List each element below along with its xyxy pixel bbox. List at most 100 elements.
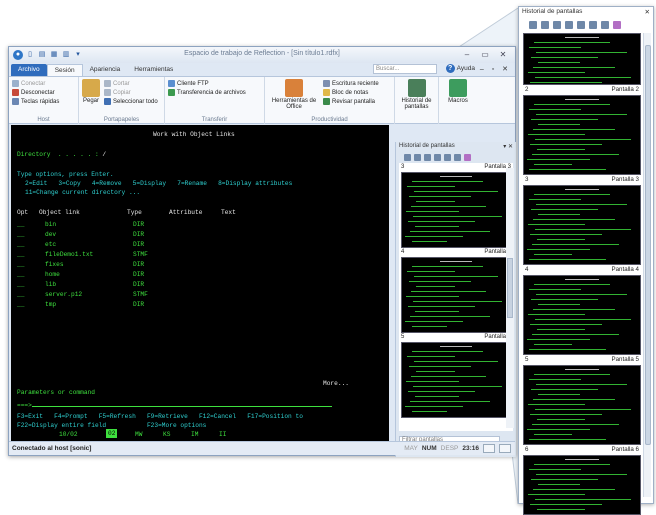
search-input[interactable]: Buscar... — [373, 64, 437, 74]
history-tool-icon[interactable] — [404, 154, 411, 161]
thumb-text-line — [537, 419, 585, 420]
history-tool-icon[interactable] — [464, 154, 471, 161]
pane-toolbar — [519, 19, 653, 31]
tab-apariencia[interactable]: Apariencia — [83, 64, 128, 76]
history-tool-icon[interactable] — [434, 154, 441, 161]
history-tool-icon[interactable] — [601, 21, 609, 29]
history-tool-icon[interactable] — [424, 154, 431, 161]
thumb-text-line — [529, 259, 607, 260]
group-host: Conectar Desconectar Teclas rápidas Host — [9, 77, 79, 124]
tab-herramientas[interactable]: Herramientas — [127, 64, 180, 76]
select-all-button[interactable]: Seleccionar todo — [104, 97, 158, 106]
connect-button[interactable]: Conectar — [12, 79, 75, 88]
minimize-button[interactable]: – — [459, 49, 475, 60]
thumb-text-line — [412, 326, 448, 327]
params-label: Parameters or command — [17, 389, 95, 396]
options-line-1: 2=Edit 3=Copy 4=Remove 5=Display 7=Renam… — [25, 180, 293, 187]
thumb-text-line — [414, 191, 499, 192]
review-screen-button[interactable]: Revisar pantalla — [323, 97, 379, 106]
cursor-block: 02 — [106, 429, 118, 438]
thumb-label: Pantalla 6 — [611, 446, 639, 453]
history-tool-icon[interactable] — [577, 21, 585, 29]
history-tool-icon[interactable] — [589, 21, 597, 29]
row-option-field[interactable]: __ — [17, 291, 24, 299]
recent-typing-button[interactable]: Escritura reciente — [323, 79, 379, 88]
pane-close-icon[interactable]: ▾ ✕ — [503, 143, 513, 151]
dock-scrollbar[interactable] — [506, 168, 514, 428]
row-option-field[interactable]: __ — [17, 261, 24, 269]
history-tool-icon[interactable] — [529, 21, 537, 29]
close-icon[interactable]: ✕ — [645, 8, 650, 18]
thumb-text-line — [533, 489, 615, 490]
history-tool-icon[interactable] — [541, 21, 549, 29]
history-tool-icon[interactable] — [444, 154, 451, 161]
thumb-text-line — [564, 459, 600, 460]
view-button[interactable] — [499, 444, 511, 453]
disconnect-button[interactable]: Desconectar — [12, 88, 75, 97]
screen-thumbnail[interactable] — [401, 172, 511, 248]
close-button[interactable]: ✕ — [495, 49, 511, 60]
quick-keys-button[interactable]: Teclas rápidas — [12, 97, 75, 106]
row-object-type: DIR — [133, 281, 145, 288]
history-tool-icon[interactable] — [414, 154, 421, 161]
history-button[interactable]: Historial de pantallas — [395, 77, 439, 124]
screen-thumbnail[interactable] — [523, 95, 641, 175]
thumb-text-line — [535, 139, 632, 140]
copy-label: Copiar — [113, 89, 131, 96]
terminal-screen[interactable]: Work with Object Links Directory . . . .… — [11, 125, 389, 441]
directory-value: / — [102, 151, 107, 158]
thumb-text-line — [407, 271, 456, 272]
cut-button[interactable]: Cortar — [104, 79, 158, 88]
screen-title: Work with Object Links — [153, 131, 235, 138]
thumb-text-line — [537, 239, 585, 240]
row-option-field[interactable]: __ — [17, 241, 24, 249]
ftp-client-button[interactable]: Cliente FTP — [168, 79, 261, 88]
row-option-field[interactable]: __ — [17, 221, 24, 229]
thumb-number: 6 — [525, 446, 529, 453]
screen-thumbnail[interactable] — [523, 275, 641, 355]
directory-label: Directory . . . . . : — [17, 151, 99, 158]
macros-button[interactable]: Macros — [439, 77, 477, 124]
ribbon-window-controls[interactable]: – ▫ ✕ — [480, 65, 511, 73]
layout-button[interactable] — [483, 444, 495, 453]
new-doc-icon[interactable]: ▯ — [25, 50, 35, 60]
thumb-text-line — [534, 104, 611, 105]
oia-field: KS — [163, 431, 171, 438]
save-icon[interactable]: ▦ — [49, 50, 59, 60]
history-tool-icon[interactable] — [613, 21, 621, 29]
thumbnail-scrollbar[interactable] — [643, 33, 651, 497]
row-option-field[interactable]: __ — [17, 271, 24, 279]
col-header-opt: Opt — [17, 209, 29, 216]
row-option-field[interactable]: __ — [17, 231, 24, 239]
row-option-field[interactable]: __ — [17, 301, 24, 309]
screen-thumbnail[interactable] — [523, 365, 641, 445]
file-transfer-button[interactable]: Transferencia de archivos — [168, 88, 261, 97]
print-icon[interactable]: ▥ — [61, 50, 71, 60]
screen-thumbnail[interactable] — [523, 185, 641, 265]
group-label: Productividad — [311, 117, 348, 123]
screen-thumbnail[interactable] — [401, 342, 511, 418]
tab-archivo[interactable]: Archivo — [11, 64, 47, 76]
screen-thumbnail[interactable] — [523, 33, 641, 85]
history-tool-icon[interactable] — [565, 21, 573, 29]
command-prompt[interactable]: ===> — [17, 401, 332, 410]
copy-button[interactable]: Copiar — [104, 88, 158, 97]
screen-thumbnail[interactable] — [401, 257, 511, 333]
maximize-button[interactable]: ▭ — [477, 49, 493, 60]
help-button[interactable]: ? Ayuda — [445, 64, 475, 73]
notepad-button[interactable]: Bloc de notas — [323, 88, 379, 97]
history-tool-icon[interactable] — [553, 21, 561, 29]
customize-icon[interactable]: ▾ — [73, 50, 83, 60]
history-tool-icon[interactable] — [454, 154, 461, 161]
ribbon: Conectar Desconectar Teclas rápidas Host… — [9, 76, 515, 124]
row-option-field[interactable]: __ — [17, 251, 24, 259]
open-folder-icon[interactable]: ▤ — [37, 50, 47, 60]
recent-typing-label: Escritura reciente — [332, 80, 379, 87]
row-option-field[interactable]: __ — [17, 281, 24, 289]
scissors-icon — [104, 80, 111, 87]
scroll-thumb[interactable] — [645, 45, 651, 445]
app-logo-icon[interactable]: ● — [13, 50, 23, 60]
thumb-text-line — [533, 399, 615, 400]
tab-sesion[interactable]: Sesión — [46, 64, 83, 76]
screen-thumbnail[interactable] — [523, 455, 641, 515]
